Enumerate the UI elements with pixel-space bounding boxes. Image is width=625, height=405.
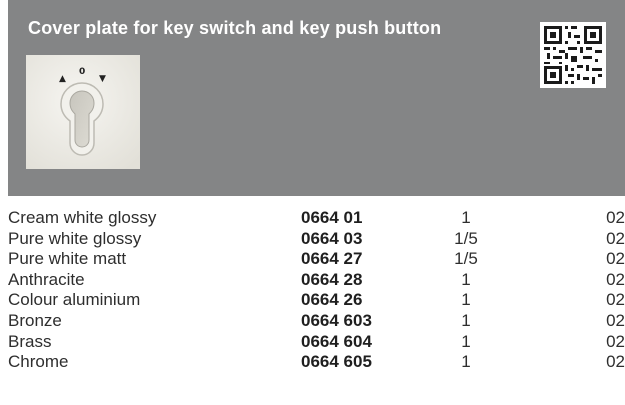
table-row: Brass 0664 604 1 02 [8,332,625,353]
article-table: Cream white glossy 0664 01 1 02 Pure white g… [8,208,625,373]
key-switch-cover-plate-image: ▲ 0 ▼ [26,55,140,169]
packaging-unit: 1/5 [454,228,478,248]
variant-name: Pure white glossy [8,228,142,248]
price-group: 02 [606,208,625,227]
article-number: 0664 28 [301,269,363,289]
article-number: 0664 01 [301,208,363,227]
packaging-unit: 1/5 [454,249,478,269]
price-group: 02 [606,310,625,330]
zero-symbol: 0 [79,67,85,77]
qr-code[interactable] [540,22,606,88]
table-row: Pure white matt 0664 27 1/5 02 [8,249,625,270]
packaging-unit: 1 [461,310,471,330]
article-number: 0664 26 [301,290,363,310]
packaging-unit: 1 [461,208,471,227]
price-group: 02 [606,269,625,289]
price-group: 02 [606,249,625,269]
article-number: 0664 604 [301,331,372,351]
qr-code-icon [540,22,606,88]
table-row: Bronze 0664 603 1 02 [8,311,625,332]
table-row: Anthracite 0664 28 1 02 [8,270,625,291]
variant-name: Anthracite [8,269,85,289]
price-group: 02 [606,290,625,310]
packaging-unit: 1 [461,269,471,289]
table-row: Cream white glossy 0664 01 1 02 [8,208,625,229]
article-number: 0664 27 [301,249,363,269]
variant-name: Chrome [8,352,69,372]
article-number: 0664 03 [301,228,363,248]
variant-name: Bronze [8,310,62,330]
variant-name: Cream white glossy [8,208,157,227]
price-group: 02 [606,228,625,248]
price-group: 02 [606,352,625,372]
variant-name: Colour aluminium [8,290,141,310]
variant-name: Brass [8,331,52,351]
price-group: 02 [606,331,625,351]
packaging-unit: 1 [461,352,471,372]
product-title: Cover plate for key switch and key push … [28,18,442,38]
product-image: ▲ 0 ▼ [26,55,140,169]
arrow-up-symbol: ▲ [59,74,66,84]
article-number: 0664 603 [301,310,372,330]
table-row: Colour aluminium 0664 26 1 02 [8,290,625,311]
article-number: 0664 605 [301,352,372,372]
arrow-down-symbol: ▼ [99,74,106,84]
product-header: Cover plate for key switch and key push … [8,0,625,196]
table-row: Chrome 0664 605 1 02 [8,352,625,373]
packaging-unit: 1 [461,290,471,310]
table-row: Pure white glossy 0664 03 1/5 02 [8,229,625,250]
packaging-unit: 1 [461,331,471,351]
variant-name: Pure white matt [8,249,127,269]
